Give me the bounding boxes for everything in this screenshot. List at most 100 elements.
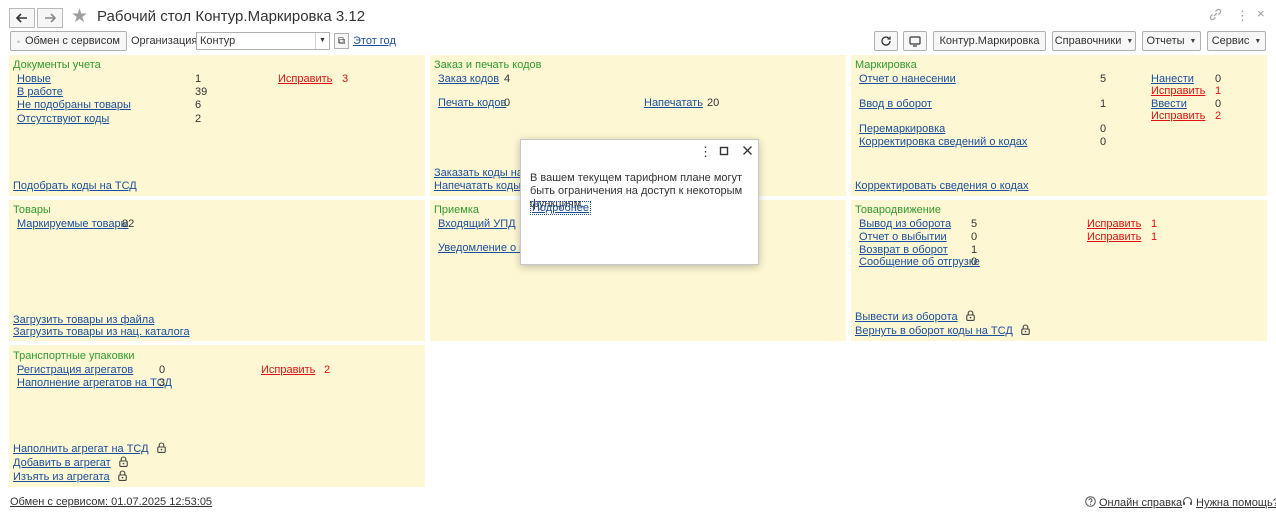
- cloud-sync-icon: [17, 40, 20, 42]
- marking-fix-link-2[interactable]: Исправить: [1151, 110, 1205, 122]
- close-icon[interactable]: [742, 145, 753, 158]
- panel-title: Транспортные упаковки: [13, 350, 135, 362]
- accounting-nogoods-link[interactable]: Не подобраны товары: [17, 99, 131, 111]
- apply-count: 0: [1215, 73, 1222, 85]
- more-info-link[interactable]: Подробнее: [530, 201, 592, 215]
- movement-panel: Товародвижение Вывод из оборота 5 Отчет …: [851, 200, 1267, 341]
- apply-link[interactable]: Нанести: [1151, 73, 1194, 85]
- marked-goods-link[interactable]: Маркируемые товары: [17, 218, 129, 230]
- correct-codes-link[interactable]: Корректировать сведения о кодах: [855, 180, 1029, 192]
- dropdown-arrow-icon: ▼: [1254, 37, 1262, 45]
- org-label: Организация:: [131, 35, 201, 47]
- movement-fix-link-2[interactable]: Исправить: [1087, 231, 1141, 243]
- accounting-new-link[interactable]: Новые: [17, 73, 51, 85]
- tariff-modal: ⋮ В вашем текущем тарифном плане могут б…: [520, 139, 759, 265]
- incoming-upd-link[interactable]: Входящий УПД: [438, 218, 516, 230]
- directories-button[interactable]: Справочники ▼: [1052, 31, 1136, 51]
- order-codes-count: 4: [504, 73, 511, 85]
- star-icon[interactable]: ★: [71, 7, 88, 26]
- movement-fix-count-2: 1: [1151, 231, 1158, 243]
- transport-fix-link[interactable]: Исправить: [261, 364, 315, 376]
- marking-intro-link[interactable]: Ввод в оборот: [859, 98, 932, 110]
- exchange-status-link[interactable]: Обмен с сервисом: 01.07.2025 12:53:05: [10, 496, 212, 508]
- fill-aggregate-link[interactable]: Наполнить агрегат на ТСД: [13, 443, 149, 455]
- marking-fix-link-1[interactable]: Исправить: [1151, 85, 1205, 97]
- accounting-nogoods-count: 6: [195, 99, 202, 111]
- lock-icon: [965, 310, 975, 321]
- chevron-down-icon[interactable]: ▼: [315, 33, 329, 49]
- movement-fix-link-1[interactable]: Исправить: [1087, 218, 1141, 230]
- directories-button-label: Справочники: [1054, 35, 1122, 47]
- order-codes-link[interactable]: Заказ кодов: [438, 73, 499, 85]
- monitor-icon: [909, 35, 921, 47]
- withdraw-link[interactable]: Вывести из оборота: [855, 311, 958, 323]
- this-year-link[interactable]: Этот год: [353, 35, 396, 47]
- reports-button[interactable]: Отчеты ▼: [1142, 31, 1201, 51]
- marking-fix-count-1: 1: [1215, 85, 1222, 97]
- kontur-button-label: Контур.Маркировка: [939, 35, 1040, 47]
- codes-correction-link[interactable]: Корректировка сведений о кодах: [859, 136, 1027, 148]
- to-print-link[interactable]: Напечатать: [644, 97, 703, 109]
- shipment-message-link[interactable]: Сообщение об отгрузке: [859, 256, 980, 268]
- marking-intro-count: 1: [1100, 98, 1107, 110]
- enter-link[interactable]: Ввести: [1151, 98, 1187, 110]
- service-button-label: Сервис: [1211, 35, 1250, 47]
- link-icon[interactable]: [1209, 8, 1222, 23]
- return-link[interactable]: Возврат в оборот: [859, 244, 948, 256]
- open-org-button[interactable]: ⧉: [334, 33, 349, 49]
- remove-from-aggregate-link[interactable]: Изъять из агрегата: [13, 471, 110, 483]
- withdrawal-link[interactable]: Вывод из оборота: [859, 218, 951, 230]
- disposal-report-link[interactable]: Отчет о выбытии: [859, 231, 947, 243]
- accounting-nocodes-link[interactable]: Отсутствуют коды: [17, 113, 109, 125]
- refresh-icon: [881, 36, 891, 46]
- reports-button-label: Отчеты: [1146, 35, 1185, 47]
- shipment-message-count: 0: [971, 256, 978, 268]
- accounting-inwork-link[interactable]: В работе: [17, 86, 63, 98]
- back-button[interactable]: [9, 8, 35, 28]
- monitor-button[interactable]: [903, 31, 927, 51]
- aggregates-filling-link[interactable]: Наполнение агрегатов на ТСД: [17, 377, 172, 389]
- arrow-left-icon: [16, 13, 27, 23]
- lock-icon: [156, 442, 166, 453]
- load-goods-file-link[interactable]: Загрузить товары из файла: [13, 314, 154, 326]
- pick-codes-tsd-link[interactable]: Подобрать коды на ТСД: [13, 180, 137, 192]
- more-icon[interactable]: ⋮: [699, 145, 712, 158]
- panel-title: Документы учета: [13, 59, 101, 71]
- forward-button[interactable]: [37, 8, 63, 28]
- more-icon[interactable]: ⋮: [1236, 9, 1249, 22]
- exchange-button[interactable]: Обмен с сервисом: [10, 31, 127, 51]
- refresh-button[interactable]: [874, 31, 898, 51]
- lock-icon: [117, 470, 127, 481]
- lock-icon: [1021, 324, 1030, 335]
- online-help-link[interactable]: Онлайн справка: [1085, 496, 1182, 509]
- panel-title: Заказ и печать кодов: [434, 59, 542, 71]
- aggregates-registration-link[interactable]: Регистрация агрегатов: [17, 364, 133, 376]
- service-button[interactable]: Сервис ▼: [1207, 31, 1266, 51]
- print-codes-link[interactable]: Печать кодов: [438, 97, 506, 109]
- fill-aggregate-row: Наполнить агрегат на ТСД: [13, 442, 166, 455]
- to-print-count: 20: [707, 97, 720, 109]
- marking-report-count: 5: [1100, 73, 1107, 85]
- marked-goods-count: 82: [122, 218, 135, 230]
- marking-report-link[interactable]: Отчет о нанесении: [859, 73, 956, 85]
- goods-panel: Товары Маркируемые товары 82 Загрузить т…: [9, 200, 425, 341]
- load-goods-catalog-link[interactable]: Загрузить товары из нац. каталога: [13, 326, 190, 338]
- remarking-count: 0: [1100, 123, 1107, 135]
- kontur-button[interactable]: Контур.Маркировка: [933, 31, 1046, 51]
- close-icon[interactable]: ×: [1257, 7, 1265, 20]
- accounting-fix-count: 3: [342, 73, 349, 85]
- org-field[interactable]: Контур ▼: [196, 32, 330, 50]
- remarking-link[interactable]: Перемаркировка: [859, 123, 945, 135]
- accounting-inwork-count: 39: [195, 86, 208, 98]
- dropdown-arrow-icon: ▼: [1189, 37, 1197, 45]
- accounting-new-count: 1: [195, 73, 202, 85]
- return-tsd-link[interactable]: Вернуть в оборот коды на ТСД: [855, 325, 1013, 337]
- maximize-icon[interactable]: [719, 146, 729, 158]
- panel-title: Товары: [13, 204, 51, 216]
- marking-fix-count-2: 2: [1215, 110, 1222, 122]
- enter-count: 0: [1215, 98, 1222, 110]
- add-to-aggregate-link[interactable]: Добавить в агрегат: [13, 457, 111, 469]
- open-window-icon: ⧉: [337, 35, 346, 47]
- accounting-fix-link[interactable]: Исправить: [278, 73, 332, 85]
- need-help-link[interactable]: Нужна помощь?: [1182, 496, 1276, 509]
